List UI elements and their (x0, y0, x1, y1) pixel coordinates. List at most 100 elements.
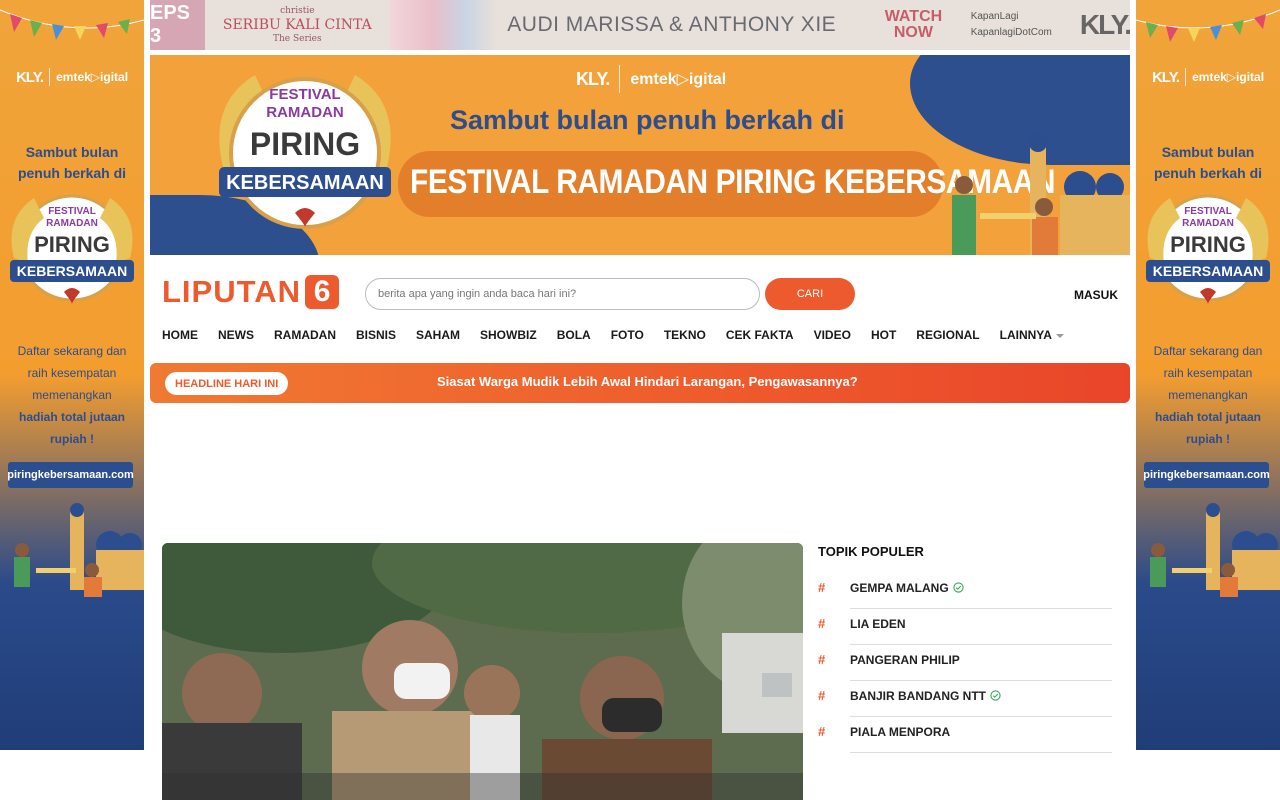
topic-label[interactable]: BANJIR BANDANG NTT (850, 689, 1001, 703)
side-ad-tagline: Sambut bulan penuh berkah di (17, 144, 127, 181)
nav-item-video[interactable]: VIDEO (814, 328, 851, 342)
topic-item[interactable]: # PIALA MENPORA (818, 723, 1112, 759)
side-ad-brand: KLY. emtek▷igital (1136, 68, 1280, 86)
headline-bar[interactable]: HEADLINE HARI INI Siasat Warga Mudik Leb… (150, 363, 1130, 403)
divider (850, 608, 1112, 609)
ramadan-scene-illustration (952, 134, 1130, 255)
brand-divider (1185, 68, 1187, 86)
brand-divider (49, 68, 51, 86)
hashtag-icon: # (818, 580, 826, 595)
topic-item[interactable]: # GEMPA MALANG (818, 579, 1112, 615)
emtek-logo: emtek▷igital (56, 70, 129, 84)
kapanlagi-youtube-handle: KapanlagiDotCom (970, 27, 1052, 38)
nav-item-more[interactable]: LAINNYA (1000, 328, 1064, 342)
kly-logo: KLY. (576, 68, 610, 89)
topic-item[interactable]: # LIA EDEN (818, 615, 1112, 651)
headline-link[interactable]: Siasat Warga Mudik Lebih Awal Hindari La… (437, 374, 858, 389)
nav-item-ramadan[interactable]: RAMADAN (274, 328, 336, 342)
nav-item-news[interactable]: NEWS (218, 328, 254, 342)
watch-now-cta[interactable]: WATCH NOW (884, 9, 943, 41)
series-brand: christie (280, 6, 315, 16)
svg-text:RAMADAN: RAMADAN (1182, 218, 1234, 229)
liputan6-logo[interactable]: LIPUTAN 6 (162, 274, 340, 310)
kly-logo: KLY. (1079, 9, 1130, 40)
logo-wordmark: LIPUTAN (162, 274, 302, 309)
hashtag-icon: # (818, 724, 826, 739)
hashtag-icon: # (818, 688, 826, 703)
nav-item-bola[interactable]: BOLA (557, 328, 591, 342)
logo-six: 6 (305, 275, 340, 309)
nav-item-home[interactable]: HOME (162, 328, 198, 342)
series-title-block: christie SERIBU KALI CINTA The Series (205, 4, 390, 46)
emtek-logo: emtek▷igital (630, 71, 727, 88)
nav-item-regional[interactable]: REGIONAL (916, 328, 979, 342)
banner-lead-text: Sambut bulan penuh berkah di (450, 105, 845, 135)
ramadan-scene-illustration (14, 503, 144, 597)
side-ad-body: Daftar sekarang dan raih kesempatan meme… (1136, 340, 1280, 450)
ramadan-scene-illustration (1150, 503, 1280, 597)
svg-text:PIRING: PIRING (34, 232, 110, 257)
series-subtitle: The Series (273, 34, 322, 44)
headline-label: HEADLINE HARI INI (165, 372, 289, 395)
side-ad-prize: hadiah total jutaan rupiah ! (1154, 410, 1261, 446)
cast-photo (389, 0, 498, 50)
search-input[interactable] (365, 278, 760, 310)
left-skyscraper-ad[interactable]: KLY. emtek▷igital Sambut bulan penuh ber… (0, 0, 144, 750)
brand-divider (619, 65, 621, 93)
site-header: LIPUTAN 6 CARI MASUK HOME NEWS RAMADAN B… (150, 260, 1130, 360)
caret-down-icon (1055, 333, 1064, 338)
svg-text:PIRING: PIRING (1170, 232, 1246, 257)
nav-item-showbiz[interactable]: SHOWBIZ (480, 328, 537, 342)
topic-label[interactable]: PANGERAN PHILIP (850, 653, 960, 667)
side-ad-tagline: Sambut bulan penuh berkah di (1153, 144, 1263, 181)
nav-item-cek-fakta[interactable]: CEK FAKTA (726, 328, 794, 342)
topic-label[interactable]: PIALA MENPORA (850, 725, 950, 739)
social-handles: KapanLagi KapanlagiDotCom (971, 9, 1052, 41)
verified-check-icon (990, 690, 1001, 701)
topic-list: # GEMPA MALANG # LIA EDEN # PANGERAN PHI… (818, 579, 1112, 759)
topic-label[interactable]: GEMPA MALANG (850, 581, 964, 595)
nav-item-saham[interactable]: SAHAM (416, 328, 460, 342)
search-button[interactable]: CARI (765, 278, 855, 310)
kly-logo: KLY. (15, 68, 44, 86)
right-skyscraper-ad[interactable]: KLY. emtek▷igital Sambut bulan penuh ber… (1136, 0, 1280, 750)
topic-label[interactable]: LIA EDEN (850, 617, 906, 631)
topic-item[interactable]: # PANGERAN PHILIP (818, 651, 1112, 687)
svg-text:PIRING: PIRING (250, 126, 360, 162)
svg-text:FESTIVAL: FESTIVAL (269, 86, 340, 103)
cast-names: AUDI MARISSA & ANTHONY XIE (507, 13, 837, 36)
svg-text:KEBERSAMAAN: KEBERSAMAAN (1153, 263, 1263, 279)
topic-item[interactable]: # BANJIR BANDANG NTT (818, 687, 1112, 723)
side-ad-brand: KLY. emtek▷igital (0, 68, 144, 86)
svg-text:KEBERSAMAAN: KEBERSAMAAN (226, 172, 384, 194)
popular-topics-heading: TOPIK POPULER (818, 544, 924, 559)
festival-banner-ad[interactable]: FESTIVAL RAMADAN PIRING KEBERSAMAAN KLY.… (150, 55, 1130, 255)
hashtag-icon: # (818, 652, 826, 667)
side-ad-body-text: Daftar sekarang dan raih kesempatan meme… (17, 344, 127, 402)
svg-text:RAMADAN: RAMADAN (266, 104, 344, 121)
festival-badge-logo: FESTIVAL RAMADAN PIRING KEBERSAMAAN (1146, 194, 1270, 304)
news-photo-illustration (162, 543, 803, 800)
side-ad-body: Daftar sekarang dan raih kesempatan meme… (0, 340, 144, 450)
nav-item-hot[interactable]: HOT (871, 328, 896, 342)
divider (850, 752, 1112, 753)
login-link[interactable]: MASUK (1074, 288, 1118, 302)
svg-text:KEBERSAMAAN: KEBERSAMAAN (17, 263, 127, 279)
topic-label-text: GEMPA MALANG (850, 581, 949, 595)
featured-article-image[interactable] (162, 543, 803, 800)
series-title: SERIBU KALI CINTA (222, 17, 372, 33)
festival-badge-logo: FESTIVAL RAMADAN PIRING KEBERSAMAAN (10, 194, 134, 304)
nav-item-tekno[interactable]: TEKNO (664, 328, 706, 342)
verified-check-icon (953, 582, 964, 593)
hashtag-icon: # (818, 616, 826, 631)
top-leaderboard-ad[interactable]: EPS 3 christie SERIBU KALI CINTA The Ser… (150, 0, 1130, 50)
page: KLY. emtek▷igital Sambut bulan penuh ber… (0, 0, 1280, 800)
festival-badge-logo: FESTIVAL RAMADAN PIRING KEBERSAMAAN (219, 75, 391, 229)
side-ad-url[interactable]: piringkebersamaan.com (1143, 462, 1270, 488)
side-ad-url[interactable]: piringkebersamaan.com (7, 462, 134, 488)
popular-topics: TOPIK POPULER # GEMPA MALANG # LIA EDEN … (818, 544, 1112, 759)
side-ad-prize: hadiah total jutaan rupiah ! (18, 410, 125, 446)
nav-item-bisnis[interactable]: BISNIS (356, 328, 396, 342)
nav-item-foto[interactable]: FOTO (611, 328, 644, 342)
episode-label: EPS 3 (150, 0, 205, 50)
